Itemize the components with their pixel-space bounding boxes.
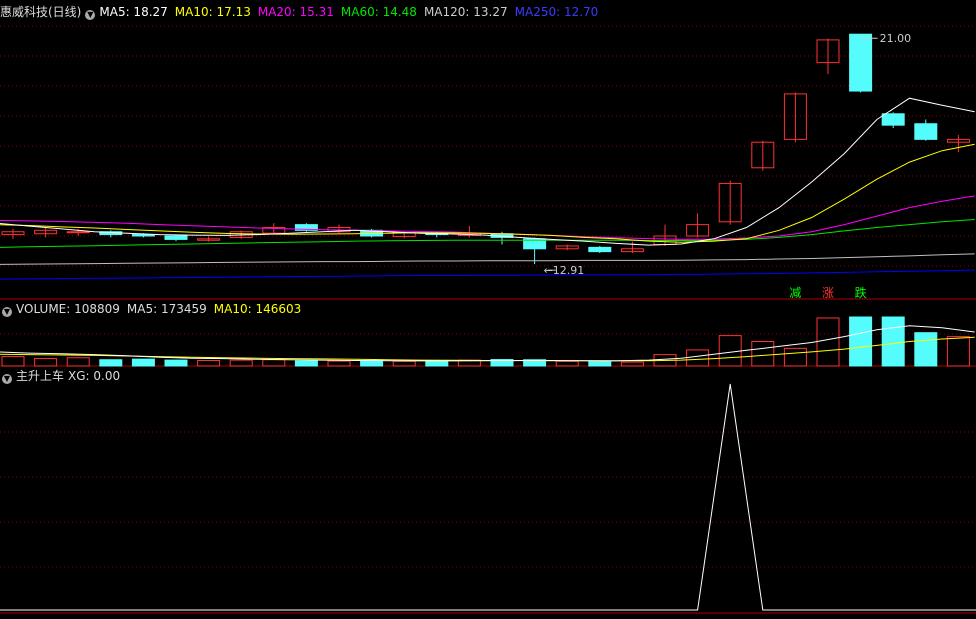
candle-body <box>881 113 905 126</box>
volume-bar <box>686 349 710 367</box>
volume-bar <box>262 359 286 367</box>
ma120-line <box>0 253 975 265</box>
ma250-readout: MA250: 12.70 <box>514 5 599 19</box>
candle-body <box>588 246 612 253</box>
volume-bar <box>294 360 318 367</box>
stock-title[interactable]: 惠威科技(日线) <box>0 5 81 19</box>
volume-bar <box>751 341 775 367</box>
high-label: 21.00 <box>880 32 912 45</box>
volume-bar <box>588 361 612 367</box>
volume-bar <box>1 356 25 367</box>
ma5-readout: MA5: 18.27 <box>99 5 168 19</box>
price-pane[interactable]: 21.00 ←12.91 减 涨 跌 <box>0 32 975 300</box>
candle-body <box>131 234 155 237</box>
indicator-name: 主升上车 <box>16 369 65 383</box>
volume-bar <box>425 360 449 367</box>
volume-bar <box>327 360 351 367</box>
volume-bar <box>946 336 970 367</box>
volume-bar <box>34 358 58 367</box>
volume-readout: VOLUME: 108809 <box>16 302 120 316</box>
volume-bar <box>620 361 644 367</box>
settings-icon[interactable]: ▼ <box>2 307 12 317</box>
volume-pane[interactable] <box>0 316 975 367</box>
volume-bar <box>783 347 807 367</box>
settings-icon[interactable]: ▼ <box>2 374 12 384</box>
ma120-readout: MA120: 13.27 <box>423 5 508 19</box>
volume-bar <box>197 360 221 367</box>
volume-bar <box>718 335 742 367</box>
indicator-pane[interactable] <box>0 383 976 611</box>
volume-bar <box>849 316 873 367</box>
ma10-readout: MA10: 17.13 <box>174 5 251 19</box>
volume-ma5-line <box>0 325 975 362</box>
xg-readout: XG: 0.00 <box>68 369 121 383</box>
vol-ma10-readout: MA10: 146603 <box>213 302 302 316</box>
candle-body <box>164 235 188 240</box>
volume-bar <box>131 358 155 367</box>
xg-signal-line <box>0 383 976 611</box>
volume-bar <box>914 332 938 367</box>
signal-marker: 跌 <box>855 285 867 300</box>
grid-lines <box>0 25 976 614</box>
volume-bar <box>816 317 840 367</box>
vol-ma5-readout: MA5: 173459 <box>126 302 207 316</box>
signal-marker: 涨 <box>822 285 834 300</box>
volume-header: ▼ VOLUME: 108809 MA5: 173459 MA10: 146603 <box>0 300 308 318</box>
ma250-line <box>0 269 975 280</box>
signal-marker: 减 <box>789 286 801 300</box>
volume-bar <box>229 359 253 367</box>
volume-bar <box>360 360 384 367</box>
volume-ma10-line <box>0 336 975 362</box>
volume-bar <box>164 359 188 367</box>
candle-body <box>914 123 938 140</box>
ma5-line <box>0 97 975 246</box>
candle-body <box>66 231 90 234</box>
ma60-readout: MA60: 14.48 <box>340 5 417 19</box>
volume-bar <box>555 360 579 367</box>
low-label: ←12.91 <box>544 264 585 277</box>
volume-bar <box>881 316 905 367</box>
volume-bar <box>99 359 123 367</box>
candle-body <box>849 33 873 92</box>
volume-bar <box>392 360 416 367</box>
indicator-header: ▼ 主升上车 XG: 0.00 <box>0 367 127 385</box>
ma20-readout: MA20: 15.31 <box>257 5 334 19</box>
volume-bar <box>66 357 90 367</box>
price-header: 惠威科技(日线) ▼ MA5: 18.27 MA10: 17.13 MA20: 15.3… <box>0 3 605 21</box>
settings-icon[interactable]: ▼ <box>85 10 96 20</box>
